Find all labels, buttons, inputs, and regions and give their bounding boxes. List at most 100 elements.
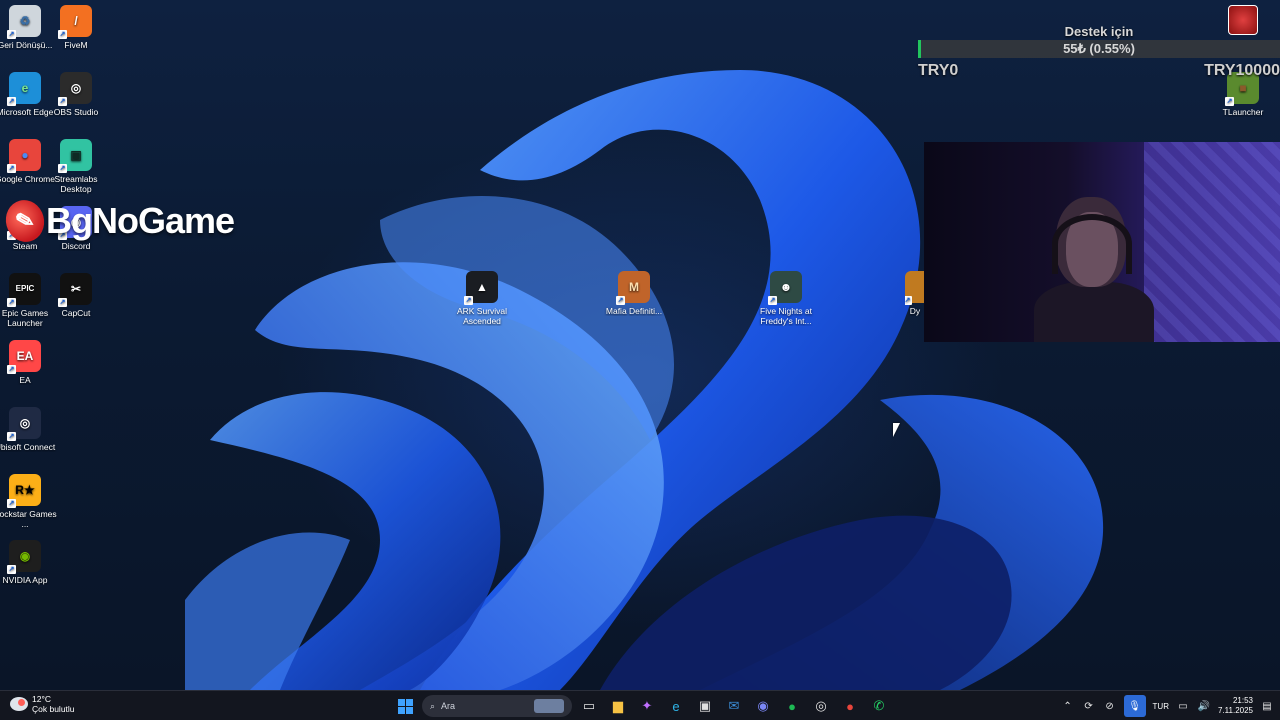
streamlabs-icon: ▣ ↗ — [58, 139, 92, 173]
shortcut-arrow-icon: ↗ — [464, 296, 473, 305]
taskbar-search[interactable]: ⌕ Ara — [422, 695, 572, 717]
desktop-icon[interactable]: / ↗ FiveM — [40, 5, 112, 50]
desktop-icon[interactable]: ◎ ↗ OBS Studio — [40, 72, 112, 117]
icon-glyph: EPIC — [15, 284, 35, 293]
brand-text: BgNoGame — [46, 200, 235, 241]
volume-icon[interactable]: 🔊 — [1197, 699, 1211, 713]
desktop-icon[interactable]: ▣ ↗ Streamlabs Desktop — [40, 139, 112, 194]
nvidia-icon: ◉ ↗ — [7, 540, 41, 574]
taskbar-app-spotify[interactable]: ● — [780, 694, 804, 718]
desktop-icon[interactable]: ◉ ↗ NVIDIA App — [0, 540, 61, 585]
icon-glyph: ◎ — [19, 416, 31, 430]
monitor-icon[interactable]: ▭ — [1176, 699, 1190, 713]
desktop-icon-label: Dy — [909, 306, 921, 316]
recycle-bin-icon: ♻ ↗ — [7, 5, 41, 39]
taskbar-app-copilot[interactable]: ✦ — [635, 694, 659, 718]
desktop-icon-label: EA — [19, 375, 31, 385]
taskbar-app-file-explorer[interactable]: ▆ — [606, 694, 630, 718]
desktop-icon[interactable]: ▲ ↗ ARK Survival Ascended — [446, 271, 518, 326]
icon-glyph: ◎ — [70, 81, 82, 95]
donation-min: TRY0 — [918, 62, 959, 79]
icon-glyph: ● — [21, 148, 29, 162]
wallpaper-bloom — [185, 70, 1104, 690]
sync-icon[interactable]: ⟳ — [1082, 699, 1096, 713]
clock[interactable]: 21:53 7.11.2025 — [1218, 696, 1253, 716]
desktop-icon-label: NVIDIA App — [2, 575, 48, 585]
taskbar-app-microsoft-store[interactable]: ▣ — [693, 694, 717, 718]
start-button[interactable] — [393, 694, 417, 718]
webcam-person-body — [1034, 282, 1154, 342]
desktop-icon[interactable]: ↗ Dy — [905, 271, 925, 316]
clock-time: 21:53 — [1232, 696, 1253, 705]
weather-cloudy-icon — [10, 697, 28, 711]
shortcut-arrow-icon: ↗ — [7, 499, 16, 508]
mouse-cursor-icon — [893, 423, 900, 437]
epic-games-icon: EPIC ↗ — [7, 273, 41, 307]
microsoft-store-icon: ▣ — [698, 698, 712, 713]
icon-glyph: ■ — [1239, 81, 1247, 95]
icon-glyph: ♻ — [19, 14, 31, 28]
taskbar-app-edge[interactable]: e — [664, 694, 688, 718]
shortcut-arrow-icon: ↗ — [58, 30, 67, 39]
donation-progress-bar: 55₺ (0.55%) — [918, 40, 1280, 58]
desktop-icon[interactable]: M ↗ Mafia Definiti... — [598, 271, 670, 316]
donation-max: TRY10000 — [1204, 62, 1280, 79]
desktop-icon[interactable]: EA ↗ EA — [0, 340, 61, 385]
language-indicator[interactable]: TUR — [1153, 702, 1169, 711]
desktop-icon-label: FiveM — [64, 40, 88, 50]
icon-glyph: M — [629, 280, 639, 294]
shortcut-arrow-icon: ↗ — [7, 365, 16, 374]
search-placeholder: Ara — [441, 701, 456, 711]
shortcut-arrow-icon: ↗ — [58, 97, 67, 106]
taskbar-app-task-view[interactable]: ▭ — [577, 694, 601, 718]
edge-icon: e ↗ — [7, 72, 41, 106]
desktop-icon[interactable]: R★ ↗Rockstar Games ... — [0, 474, 61, 529]
weather-widget[interactable]: 12°C Çok bulutlu — [10, 694, 75, 714]
taskbar-app-obs[interactable]: ◎ — [809, 694, 833, 718]
obs-icon: ◎ ↗ — [58, 72, 92, 106]
ea-icon: EA ↗ — [7, 340, 41, 374]
shortcut-arrow-icon: ↗ — [7, 97, 16, 106]
taskbar-app-chrome[interactable]: ● — [838, 694, 862, 718]
file-explorer-icon: ▆ — [613, 698, 623, 713]
shortcut-arrow-icon: ↗ — [905, 296, 912, 305]
taskbar-app-whatsapp[interactable]: ✆ — [867, 694, 891, 718]
desktop-icon[interactable]: ✂ ↗ CapCut — [40, 273, 112, 318]
notification-icon[interactable]: ▤ — [1260, 699, 1274, 713]
shortcut-arrow-icon: ↗ — [7, 30, 16, 39]
icon-glyph: ☻ — [779, 280, 793, 294]
rockstar-icon: R★ ↗ — [7, 474, 41, 508]
desktop-icon[interactable]: ◎ ↗ Ubisoft Connect — [0, 407, 61, 452]
discord-icon: ◉ — [757, 698, 769, 713]
taskbar-center: ⌕ Ara ▭ ▆ ✦ e ▣ ✉ ◉ ● ◎ ● ✆ — [393, 694, 891, 718]
clock-date: 7.11.2025 — [1218, 706, 1253, 715]
icon-glyph: ◉ — [19, 549, 31, 563]
network-off-icon[interactable]: ⊘ — [1103, 699, 1117, 713]
desktop-icon-label: Mafia Definiti... — [605, 306, 663, 316]
taskbar-app-mail[interactable]: ✉ — [722, 694, 746, 718]
webcam-feed — [924, 142, 1280, 342]
weather-condition: Çok bulutlu — [32, 704, 75, 714]
stream-brand-overlay: ✎ BgNoGame — [1, 195, 235, 247]
ark-icon: ▲ ↗ — [464, 271, 498, 305]
copilot-icon: ✦ — [641, 698, 653, 713]
fnaf-icon: ☻ ↗ — [768, 271, 802, 305]
icon-glyph: e — [21, 81, 29, 95]
desktop-icon[interactable]: ☻ ↗ Five Nights at Freddy's Int... — [750, 271, 822, 326]
desktop-icon-label: OBS Studio — [53, 107, 99, 117]
desktop: ♻ ↗ Geri Dönüşü... / ↗ FiveM e ↗ Microsoft Edge ◎… — [0, 0, 1280, 690]
microphone-icon[interactable]: 🎙 — [1123, 695, 1146, 717]
search-icon: ⌕ — [430, 700, 436, 711]
chevron-up-icon[interactable]: ⌃ — [1061, 699, 1075, 713]
shortcut-arrow-icon: ↗ — [768, 296, 777, 305]
shortcut-arrow-icon: ↗ — [616, 296, 625, 305]
taskbar-app-discord[interactable]: ◉ — [751, 694, 775, 718]
mail-icon: ✉ — [728, 698, 740, 713]
taskbar-pinned-apps: ▭ ▆ ✦ e ▣ ✉ ◉ ● ◎ ● ✆ — [577, 694, 891, 718]
search-highlight-icon — [534, 699, 564, 713]
headset-icon — [1052, 214, 1132, 274]
icon-glyph: ▣ — [70, 148, 82, 162]
icon-glyph: ✂ — [70, 282, 82, 296]
desktop-icon-label: TLauncher — [1222, 107, 1264, 117]
mafia-icon: M ↗ — [616, 271, 650, 305]
